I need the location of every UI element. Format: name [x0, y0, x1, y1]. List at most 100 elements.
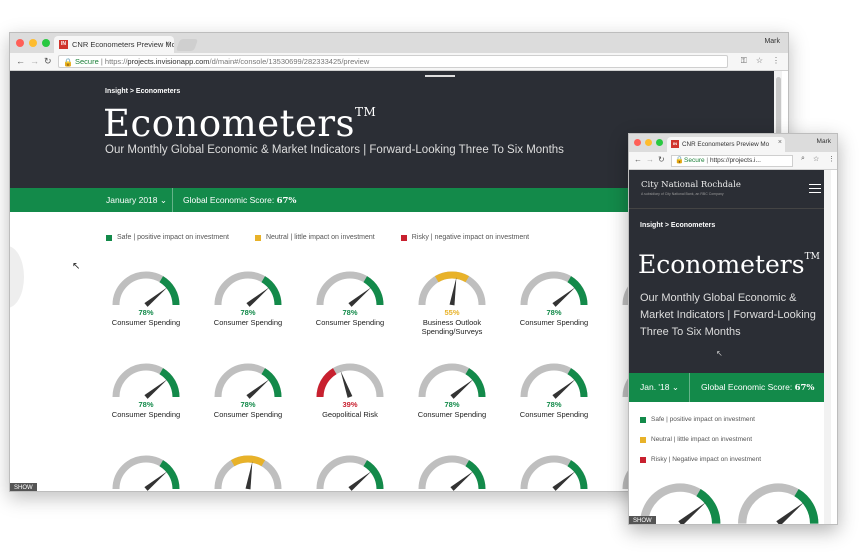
mouse-cursor-icon: ↖: [72, 261, 81, 272]
gauge-zone-neutral: [230, 455, 266, 467]
gauge-percent: 78%: [106, 400, 186, 409]
legend-item-risky: Risky | negative impact on investment: [400, 234, 529, 241]
legend-label: Neutral | little impact on investment: [651, 436, 753, 443]
secure-label: Secure: [75, 57, 99, 66]
window-controls: [16, 39, 50, 47]
mobile-legend: Safe | positive impact on investment Neu…: [640, 416, 761, 476]
zoom-icon[interactable]: ⌕: [801, 155, 805, 163]
gauge-needle: [246, 287, 270, 307]
tab-close-icon[interactable]: ×: [165, 39, 170, 48]
indicator-gauge[interactable]: 78% Consumer Spending: [208, 359, 288, 441]
mouse-cursor-icon: ↖: [716, 349, 723, 358]
indicator-gauge[interactable]: 78%: [106, 451, 186, 491]
divider: [689, 373, 690, 402]
gauge-dial: [316, 271, 384, 307]
indicator-gauge[interactable]: 39% Geopolitical Risk: [310, 359, 390, 441]
gauge-label: Consumer Spending: [417, 410, 487, 419]
indicator-gauge[interactable]: [735, 478, 821, 524]
gauge-zone-safe: [696, 488, 721, 524]
gauge-needle: [552, 379, 576, 399]
indicator-gauge[interactable]: 78% Consumer Spending: [514, 359, 594, 441]
mobile-browser-tab[interactable]: IN CNR Econometers Preview Mo ×: [667, 137, 785, 152]
date-selector[interactable]: Jan. '18 ⌄: [640, 382, 679, 393]
tab-close-icon[interactable]: ×: [778, 139, 782, 146]
gauge-dial: [112, 363, 180, 399]
gauge-needle: [552, 287, 576, 307]
forward-arrow-icon[interactable]: →: [30, 56, 39, 66]
gauge-zone-safe: [261, 368, 282, 398]
url-text: https://projects.i...: [709, 157, 761, 164]
legend-item-neutral: Neutral | little impact on investment: [640, 436, 761, 443]
mobile-url-input[interactable]: 🔒 Secure | https://projects.i...: [671, 155, 793, 167]
breadcrumb[interactable]: Insight > Econometers: [105, 88, 180, 95]
indicator-gauge[interactable]: 78% Consumer Spending: [310, 267, 390, 349]
date-label: Jan. '18: [640, 382, 670, 392]
profile-name[interactable]: Mark: [764, 38, 780, 45]
browser-menu-icon[interactable]: ⋮: [828, 155, 835, 163]
drag-handle[interactable]: [425, 75, 455, 77]
browser-menu-icon[interactable]: ⋮: [772, 56, 780, 66]
gauge-dial: [520, 455, 588, 491]
indicator-gauge[interactable]: 78%: [514, 451, 594, 491]
gauge-dial: [316, 455, 384, 491]
gauge-needle: [245, 461, 253, 490]
indicator-gauge[interactable]: 55% Business Outlook Spending/Surveys: [412, 267, 492, 349]
risky-swatch: [640, 456, 646, 463]
url-input[interactable]: 🔒 Secure | https://projects.invisionapp.…: [58, 55, 728, 68]
gauge-dial: [520, 271, 588, 307]
minimize-window-button[interactable]: [29, 39, 37, 47]
page-title-text: Econometers: [638, 250, 805, 279]
indicator-gauge[interactable]: 78%: [412, 451, 492, 491]
indicator-gauge[interactable]: 55%: [208, 451, 288, 491]
legend-label: Risky | Negative impact on investment: [651, 456, 762, 463]
gauge-zone-safe: [363, 460, 384, 490]
hamburger-menu-icon[interactable]: [809, 184, 821, 196]
profile-name[interactable]: Mark: [817, 138, 831, 145]
back-arrow-icon[interactable]: ←: [16, 56, 25, 66]
close-window-button[interactable]: [634, 139, 641, 146]
key-icon[interactable]: ⚿: [741, 56, 747, 66]
global-score: Global Economic Score: 67%: [183, 195, 296, 206]
indicator-gauge[interactable]: 78%: [310, 451, 390, 491]
maximize-window-button[interactable]: [656, 139, 663, 146]
logo[interactable]: City National Rochdale: [641, 180, 741, 190]
legend-label: Neutral | little impact on investment: [265, 234, 375, 241]
date-selector[interactable]: January 2018 ⌄: [106, 195, 167, 206]
show-button[interactable]: SHOW: [629, 516, 656, 524]
scrollbar-thumb[interactable]: [776, 77, 781, 137]
new-tab-button[interactable]: [175, 39, 199, 51]
url-host: projects.invisionapp.com: [127, 57, 210, 66]
bookmark-star-icon[interactable]: ☆: [756, 56, 763, 66]
score-value: 67%: [794, 383, 815, 393]
bookmark-star-icon[interactable]: ☆: [813, 155, 819, 163]
address-bar-row: ← → ↻ 🔒 Secure | https://projects.invisi…: [10, 53, 788, 71]
date-label: January 2018: [106, 195, 158, 205]
indicator-gauge[interactable]: 78% Consumer Spending: [106, 267, 186, 349]
gauge-label: Business Outlook Spending/Surveys: [421, 318, 483, 336]
indicator-gauge[interactable]: 78% Consumer Spending: [514, 267, 594, 349]
indicator-gauge[interactable]: 78% Consumer Spending: [208, 267, 288, 349]
browser-tab[interactable]: IN CNR Econometers Preview Mo ×: [54, 36, 174, 53]
back-arrow-icon[interactable]: ←: [634, 155, 642, 164]
gauge-needle: [348, 471, 372, 491]
legend-item-safe: Safe | positive impact on investment: [106, 234, 229, 241]
close-window-button[interactable]: [16, 39, 24, 47]
invision-favicon-icon: IN: [59, 40, 68, 49]
maximize-window-button[interactable]: [42, 39, 50, 47]
reload-icon[interactable]: ↻: [44, 56, 52, 67]
gauge-needle: [144, 471, 168, 491]
forward-arrow-icon[interactable]: →: [646, 155, 654, 164]
carousel-prev-button[interactable]: [10, 246, 24, 308]
gauge-dial: [418, 455, 486, 491]
gauge-zone-safe: [794, 488, 819, 524]
indicator-gauge[interactable]: 78% Consumer Spending: [106, 359, 186, 441]
breadcrumb[interactable]: Insight > Econometers: [640, 222, 715, 229]
reload-icon[interactable]: ↻: [658, 155, 665, 164]
legend-item-risky: Risky | Negative impact on investment: [640, 456, 761, 463]
show-button[interactable]: SHOW: [10, 483, 37, 491]
indicator-gauge[interactable]: 78% Consumer Spending: [412, 359, 492, 441]
gauge-percent: 78%: [514, 400, 594, 409]
gauge-label: Consumer Spending: [519, 410, 589, 419]
mobile-scrollbar[interactable]: [824, 170, 831, 524]
minimize-window-button[interactable]: [645, 139, 652, 146]
